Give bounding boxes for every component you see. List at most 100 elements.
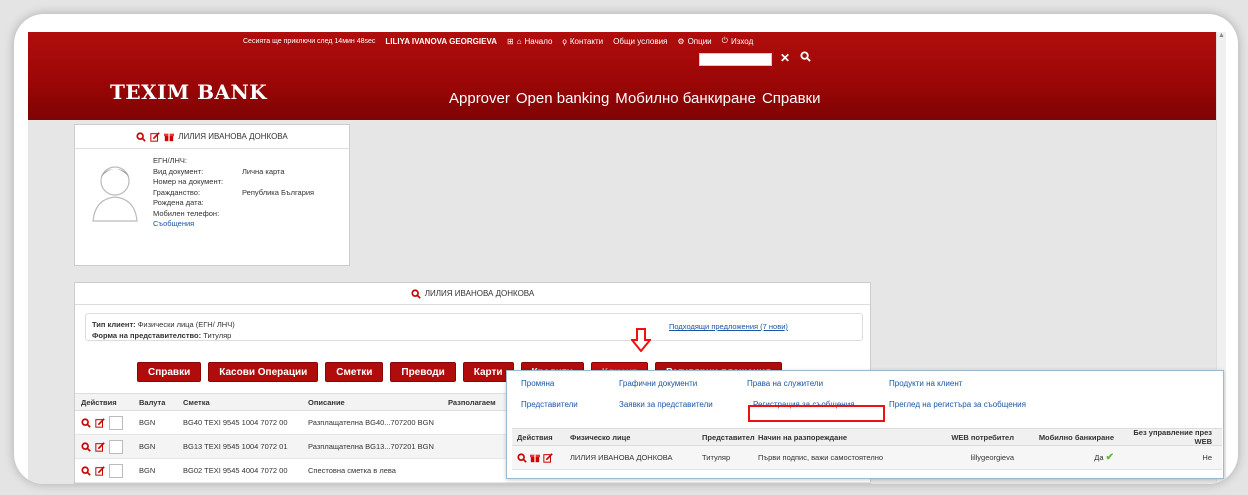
nav-reports[interactable]: Справки bbox=[762, 90, 821, 107]
disposal-cell: Първи подпис, важи самостоятелно bbox=[758, 453, 884, 462]
nav-open-banking[interactable]: Open banking bbox=[516, 90, 609, 107]
highlight-box bbox=[748, 405, 885, 422]
column-header: Разполагаем bbox=[448, 397, 496, 407]
edit-icon[interactable] bbox=[95, 441, 105, 452]
column-header: Без управление през WEB bbox=[1133, 428, 1212, 446]
options-link-label: Опции bbox=[687, 36, 712, 46]
scroll-up-icon[interactable]: ▲ bbox=[1217, 32, 1226, 39]
column-header: Действия bbox=[517, 432, 553, 442]
row-checkbox[interactable] bbox=[109, 415, 123, 430]
site-header: Сесията ще приключи след 14мин 48sec LIL… bbox=[28, 32, 1216, 120]
edit-icon[interactable] bbox=[150, 131, 161, 142]
avatar bbox=[92, 166, 138, 222]
grid-icon: ⊞ bbox=[506, 36, 514, 46]
top-bar: Сесията ще приключи след 14мин 48sec LIL… bbox=[243, 36, 753, 46]
representatives-table: Действия Физическо лице Представител Нач… bbox=[512, 428, 1222, 470]
representation-label: Форма на представителство: bbox=[92, 331, 202, 340]
employee-rights-link[interactable]: Права на служители bbox=[747, 379, 823, 388]
accounts-button[interactable]: Сметки bbox=[325, 362, 384, 382]
description-cell: Спестовна сметка в лева bbox=[308, 466, 396, 475]
transfers-button[interactable]: Преводи bbox=[390, 362, 456, 382]
cash-operations-button[interactable]: Касови Операции bbox=[208, 362, 319, 382]
field-label: Рождена дата: bbox=[153, 198, 204, 207]
profile-card-header: ЛИЛИЯ ИВАНОВА ДОНКОВА bbox=[75, 125, 349, 149]
change-link[interactable]: Промяна bbox=[521, 379, 554, 388]
account-cell: BG02 TEXI 9545 4004 7072 00 bbox=[183, 466, 288, 475]
client-products-link[interactable]: Продукти на клиент bbox=[889, 379, 962, 388]
offers-link[interactable]: Подходящи предложения (7 нови) bbox=[669, 321, 788, 332]
clear-icon[interactable]: ✕ bbox=[780, 51, 790, 65]
chat-icon: ϙ bbox=[562, 36, 567, 46]
options-link[interactable]: ⚙ Опции bbox=[677, 37, 711, 46]
reports-button[interactable]: Справки bbox=[137, 362, 202, 382]
gear-icon: ⚙ bbox=[677, 36, 685, 46]
nav-mobile-banking[interactable]: Мобилно банкиране bbox=[615, 90, 756, 107]
profile-details: ЕГН/ЛНЧ: Вид документ: Лична карта Номер … bbox=[153, 156, 314, 230]
view-icon[interactable] bbox=[517, 452, 527, 463]
home-link-label: Начало bbox=[524, 36, 553, 46]
view-icon[interactable] bbox=[81, 441, 91, 452]
messages-link[interactable]: Съобщения bbox=[153, 219, 194, 230]
client-menu-links: Промяна Графични документи Права на служ… bbox=[521, 379, 1211, 422]
field-label: ЕГН/ЛНЧ: bbox=[153, 156, 187, 165]
view-icon[interactable] bbox=[81, 417, 91, 428]
client-info: Тип клиент: Физически лица (ЕГН/ ЛНЧ) Фо… bbox=[85, 313, 863, 341]
logout-link[interactable]: ⏻ Изход bbox=[722, 36, 754, 46]
column-header: Мобилно банкиране bbox=[1038, 432, 1114, 442]
home-icon: ⌂ bbox=[516, 36, 522, 46]
bank-logo[interactable]: TEXIM BANK bbox=[110, 80, 267, 104]
row-checkbox[interactable] bbox=[109, 439, 123, 454]
currency-cell: BGN bbox=[139, 442, 156, 451]
edit-icon[interactable] bbox=[95, 465, 105, 476]
account-cell: BG13 TEXI 9545 1004 7072 01 bbox=[183, 442, 288, 451]
representative-cell: Титуляр bbox=[702, 453, 731, 462]
edit-icon[interactable] bbox=[543, 452, 553, 463]
client-type-label: Тип клиент: bbox=[92, 320, 136, 329]
profile-card: ЛИЛИЯ ИВАНОВА ДОНКОВА ЕГН/ЛНЧ: Вид докум… bbox=[74, 124, 350, 266]
table-row: ЛИЛИЯ ИВАНОВА ДОНКОВА Титуляр Първи подп… bbox=[512, 446, 1222, 470]
representatives-link[interactable]: Представители bbox=[521, 400, 578, 409]
view-icon[interactable] bbox=[411, 288, 421, 299]
contacts-link[interactable]: ϙ Контакти bbox=[562, 37, 603, 46]
column-header: Сметка bbox=[183, 397, 210, 407]
search-input[interactable] bbox=[699, 53, 772, 66]
graphic-documents-link[interactable]: Графични документи bbox=[619, 379, 697, 388]
edit-icon[interactable] bbox=[95, 417, 105, 428]
power-icon: ⏻ bbox=[721, 36, 728, 45]
no-web-cell: Не bbox=[1202, 453, 1212, 462]
nav-approver[interactable]: Approver bbox=[449, 90, 510, 107]
mobile-banking-cell: Да ✔ bbox=[1016, 452, 1114, 463]
main-nav: Approver Open banking Мобилно банкиране … bbox=[449, 90, 821, 107]
description-cell: Разплащателна BG40...707200 BGN bbox=[308, 418, 434, 427]
search-icon[interactable] bbox=[800, 51, 811, 65]
representation-value: Титуляр bbox=[203, 331, 232, 340]
logout-link-label: Изход bbox=[730, 36, 754, 46]
currency-cell: BGN bbox=[139, 418, 156, 427]
field-label: Мобилен телефон: bbox=[153, 208, 220, 218]
client-name: ЛИЛИЯ ИВАНОВА ДОНКОВА bbox=[424, 289, 535, 298]
client-type-value: Физически лица (ЕГН/ ЛНЧ) bbox=[137, 320, 235, 329]
description-cell: Разплащателна BG13...707201 BGN bbox=[308, 442, 434, 451]
view-icon[interactable] bbox=[136, 131, 147, 142]
home-link[interactable]: ⊞ ⌂ Начало bbox=[507, 37, 552, 46]
field-value: Република България bbox=[242, 187, 315, 197]
representatives-table-header: Действия Физическо лице Представител Нач… bbox=[512, 428, 1222, 446]
column-header: Описание bbox=[308, 397, 345, 407]
column-header: WEB потребител bbox=[951, 432, 1014, 442]
account-cell: BG40 TEXI 9545 1004 7072 00 bbox=[183, 418, 288, 427]
client-menu-popup: Промяна Графични документи Права на служ… bbox=[506, 370, 1224, 479]
person-cell: ЛИЛИЯ ИВАНОВА ДОНКОВА bbox=[570, 453, 673, 462]
message-register-review-link[interactable]: Преглед на регистъра за съобщения bbox=[889, 400, 1026, 409]
gift-icon[interactable] bbox=[530, 453, 540, 463]
arrow-down-icon bbox=[631, 328, 651, 352]
terms-link[interactable]: Общи условия bbox=[613, 37, 667, 46]
view-icon[interactable] bbox=[81, 465, 91, 476]
column-header: Действия bbox=[81, 397, 117, 407]
column-header: Начин на разпореждане bbox=[758, 432, 848, 442]
row-checkbox[interactable] bbox=[109, 463, 123, 478]
currency-cell: BGN bbox=[139, 466, 156, 475]
gift-icon[interactable] bbox=[164, 132, 175, 142]
profile-name: ЛИЛИЯ ИВАНОВА ДОНКОВА bbox=[178, 132, 288, 141]
field-value: Лична карта bbox=[242, 166, 285, 176]
representative-requests-link[interactable]: Заявки за представители bbox=[619, 400, 713, 409]
